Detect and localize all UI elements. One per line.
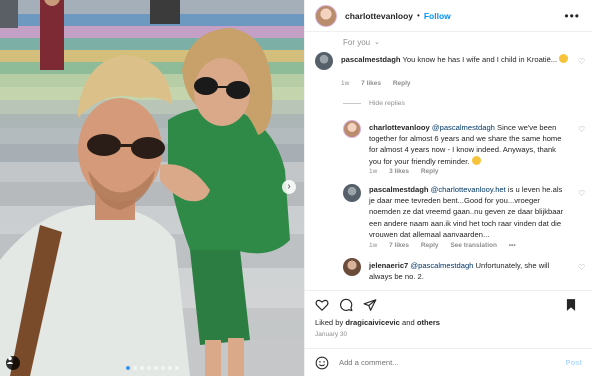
comment-likes[interactable]: 3 likes xyxy=(389,168,409,175)
emoji-smiley-icon[interactable] xyxy=(315,356,329,370)
divider-line xyxy=(343,103,361,104)
comment-item: pascalmestdagh You know he has I wife an… xyxy=(315,52,585,98)
heart-icon[interactable]: ♡ xyxy=(578,57,585,66)
separator-dot: • xyxy=(417,11,420,20)
smiling-emoji-icon xyxy=(559,54,569,63)
avatar[interactable] xyxy=(343,120,361,138)
for-you-label: For you xyxy=(343,37,371,47)
comment-time: 1w xyxy=(369,168,378,175)
comment-mention[interactable]: @pascalmestdagh xyxy=(432,123,495,132)
comment-text: jelenaeric7 @pascalmestdagh Unfortunatel… xyxy=(369,260,569,282)
comment-username[interactable]: jelenaeric7 xyxy=(369,261,408,270)
hide-replies-label: Hide replies xyxy=(369,100,405,107)
avatar[interactable] xyxy=(315,52,333,70)
reply-button[interactable]: Reply xyxy=(421,168,439,175)
person-icon xyxy=(6,356,14,364)
comment-text: pascalmestdagh You know he has I wife an… xyxy=(341,54,573,65)
post-actions xyxy=(305,290,592,318)
liked-by-prefix: Liked by xyxy=(315,318,344,327)
carousel-dot xyxy=(153,366,158,370)
carousel-dot xyxy=(139,366,144,370)
heart-icon[interactable]: ♡ xyxy=(578,263,585,272)
post-date[interactable]: January 30 xyxy=(315,331,347,338)
post-image[interactable]: › xyxy=(0,0,304,376)
carousel-dot xyxy=(132,366,137,370)
comment-input[interactable] xyxy=(339,358,566,367)
post-comment-button[interactable]: Post xyxy=(566,358,582,367)
liked-by-text: Liked by dragicaivicevic and others xyxy=(315,318,440,327)
comment-likes[interactable]: 7 likes xyxy=(361,80,381,87)
for-you-selector[interactable]: For you ⌄ xyxy=(305,32,592,52)
post-author-username[interactable]: charlottevanlooy xyxy=(345,11,413,21)
bookmark-icon[interactable] xyxy=(564,298,578,312)
share-paper-plane-icon[interactable] xyxy=(363,298,377,312)
comment-text: charlottevanlooy @pascalmestdagh Since w… xyxy=(369,122,569,167)
chevron-down-icon: ⌄ xyxy=(374,39,380,46)
tagged-users-button[interactable] xyxy=(6,356,20,370)
reply-button[interactable]: Reply xyxy=(421,242,439,249)
comment-body: You know he has I wife and I child in Kr… xyxy=(402,55,558,64)
comments-list[interactable]: pascalmestdagh You know he has I wife an… xyxy=(305,52,592,290)
liked-by-others[interactable]: others xyxy=(417,318,440,327)
carousel-dot xyxy=(125,366,130,370)
hide-replies-button[interactable]: Hide replies xyxy=(343,100,405,107)
post-header: charlottevanlooy • Follow ••• xyxy=(305,0,592,32)
next-image-button[interactable]: › xyxy=(282,180,296,194)
add-comment-bar: Post xyxy=(305,348,592,376)
see-translation-button[interactable]: See translation xyxy=(450,242,497,249)
reply-item: charlottevanlooy @pascalmestdagh Since w… xyxy=(343,120,585,180)
avatar[interactable] xyxy=(343,258,361,276)
carousel-dot xyxy=(174,366,179,370)
heart-icon[interactable]: ♡ xyxy=(578,189,585,198)
comment-likes[interactable]: 7 likes xyxy=(389,242,409,249)
comment-meta: 1w 7 likes Reply See translation ••• xyxy=(369,242,526,249)
avatar[interactable] xyxy=(315,4,337,27)
comment-time: 1w xyxy=(369,242,378,249)
post-detail-panel: charlottevanlooy • Follow ••• For you ⌄ … xyxy=(304,0,592,376)
carousel-dot xyxy=(160,366,165,370)
liked-by-user[interactable]: dragicaivicevic xyxy=(345,318,399,327)
comment-username[interactable]: charlottevanlooy xyxy=(369,123,430,132)
carousel-indicator xyxy=(0,366,304,370)
liked-by-and: and xyxy=(402,318,415,327)
carousel-dot xyxy=(146,366,151,370)
chevron-right-icon: › xyxy=(287,181,291,192)
more-options-icon[interactable]: ••• xyxy=(509,242,516,249)
comment-text: pascalmestdagh @charlottevanlooy.het is … xyxy=(369,184,569,240)
reply-item: jelenaeric7 @pascalmestdagh Unfortunatel… xyxy=(343,258,585,290)
like-heart-icon[interactable] xyxy=(315,298,329,312)
comment-mention[interactable]: @charlottevanlooy.het xyxy=(431,185,506,194)
comment-username[interactable]: pascalmestdagh xyxy=(341,55,401,64)
heart-icon[interactable]: ♡ xyxy=(578,125,585,134)
smiling-emoji-icon xyxy=(471,155,481,165)
comment-username[interactable]: pascalmestdagh xyxy=(369,185,429,194)
reply-item: pascalmestdagh @charlottevanlooy.het is … xyxy=(343,184,585,250)
comment-meta: 1w 7 likes Reply xyxy=(341,80,421,87)
follow-button[interactable]: Follow xyxy=(424,11,451,21)
comment-meta: 1w 3 likes Reply xyxy=(369,168,449,175)
comment-bubble-icon[interactable] xyxy=(339,298,353,312)
post-photo-illustration xyxy=(0,0,304,376)
reply-button[interactable]: Reply xyxy=(393,80,411,87)
comment-time: 1w xyxy=(341,80,350,87)
comment-mention[interactable]: @pascalmestdagh xyxy=(410,261,473,270)
avatar[interactable] xyxy=(343,184,361,202)
carousel-dot xyxy=(167,366,172,370)
more-options-icon[interactable]: ••• xyxy=(564,9,580,23)
